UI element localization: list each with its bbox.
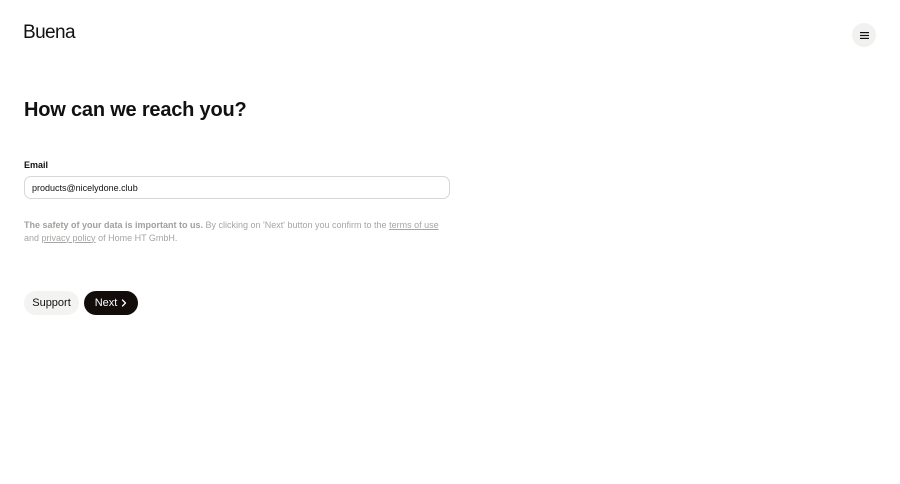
- email-label: Email: [24, 160, 49, 170]
- disclaimer-text-3: of Home HT GmbH.: [95, 232, 178, 243]
- terms-of-use-link[interactable]: terms of use: [389, 220, 439, 230]
- hamburger-menu-icon: [859, 31, 869, 39]
- next-button-label: Next: [94, 297, 118, 309]
- disclaimer-text-2: and: [24, 232, 42, 243]
- menu-button[interactable]: [852, 23, 876, 47]
- page-title: How can we reach you?: [24, 99, 247, 121]
- privacy-disclaimer: The safety of your data is important to …: [24, 219, 454, 244]
- support-button[interactable]: Support: [24, 291, 79, 315]
- support-button-label: Support: [32, 297, 71, 309]
- chevron-right-icon: [122, 299, 127, 307]
- logo[interactable]: Buena: [23, 22, 76, 44]
- next-button[interactable]: Next: [84, 291, 138, 315]
- email-field[interactable]: [24, 176, 450, 199]
- disclaimer-bold: The safety of your data is important to …: [24, 220, 204, 230]
- disclaimer-text-1: By clicking on 'Next' button you confirm…: [203, 220, 390, 230]
- privacy-policy-link[interactable]: privacy policy: [42, 233, 96, 243]
- header: Buena: [0, 0, 900, 70]
